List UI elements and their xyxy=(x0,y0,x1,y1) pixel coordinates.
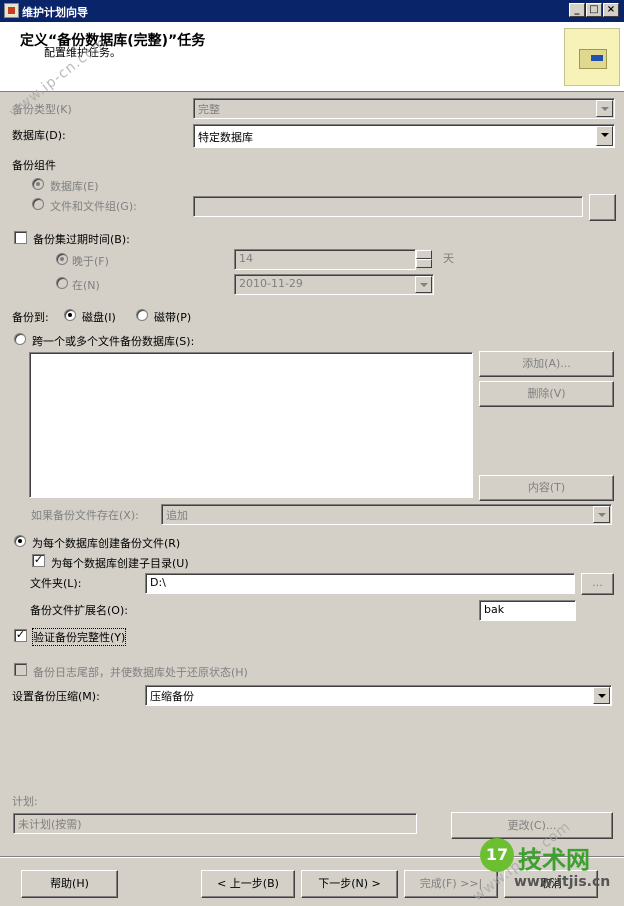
tape-label: 磁带(P) xyxy=(154,311,192,324)
chevron-down-icon[interactable] xyxy=(596,126,613,146)
chevron-down-icon[interactable] xyxy=(593,687,610,704)
after-days-radio[interactable] xyxy=(56,253,68,265)
backup-type-select: 完整 xyxy=(193,98,615,119)
brand-url: www.itjis.cn xyxy=(514,874,611,890)
brand-icon: 17 xyxy=(480,838,514,872)
span-files-label: 跨一个或多个文件备份数据库(S): xyxy=(32,335,195,348)
disk-label: 磁盘(I) xyxy=(82,311,116,324)
compression-value: 压缩备份 xyxy=(150,690,194,703)
backup-files-list[interactable] xyxy=(29,352,473,498)
files-component-radio[interactable] xyxy=(32,198,44,210)
folder-input[interactable]: D:\ xyxy=(145,573,575,594)
title-bar: 维护计划向导 _ □ × xyxy=(0,0,624,22)
files-browse-button[interactable] xyxy=(589,194,616,221)
database-component-label: 数据库(E) xyxy=(50,180,99,193)
add-file-button[interactable]: 添加(A)... xyxy=(479,351,614,377)
chevron-down-icon xyxy=(415,276,432,293)
compression-label: 设置备份压缩(M): xyxy=(12,690,100,703)
schedule-input: 未计划(按需) xyxy=(13,813,417,834)
folder-label: 文件夹(L): xyxy=(30,577,82,590)
files-component-label: 文件和文件组(G): xyxy=(50,200,137,213)
if-exists-label: 如果备份文件存在(X): xyxy=(31,509,139,522)
database-value: 特定数据库 xyxy=(198,131,253,144)
tail-log-checkbox[interactable] xyxy=(14,663,27,676)
subdir-label: 为每个数据库创建子目录(U) xyxy=(51,557,189,570)
back-button[interactable]: < 上一步(B) xyxy=(201,870,295,898)
wizard-task-icon xyxy=(564,28,620,86)
brand-logo: 17 技术网 www.itjis.cn xyxy=(476,838,624,906)
expiration-label: 备份集过期时间(B): xyxy=(33,233,130,246)
tape-radio[interactable] xyxy=(136,309,148,321)
on-date-radio[interactable] xyxy=(56,277,68,289)
folder-browse-button[interactable]: ... xyxy=(581,573,614,595)
next-button[interactable]: 下一步(N) > xyxy=(301,870,398,898)
database-select[interactable]: 特定数据库 xyxy=(193,124,615,148)
backup-to-label: 备份到: xyxy=(12,311,49,324)
database-label: 数据库(D): xyxy=(12,129,66,142)
per-db-file-radio[interactable] xyxy=(14,535,26,547)
minimize-button[interactable]: _ xyxy=(569,3,585,17)
backup-type-value: 完整 xyxy=(198,103,220,116)
if-exists-value: 追加 xyxy=(166,509,188,522)
chevron-down-icon xyxy=(596,100,613,117)
disk-radio[interactable] xyxy=(64,309,76,321)
tail-log-label: 备份日志尾部，并使数据库处于还原状态(H) xyxy=(33,666,248,679)
after-days-input[interactable]: 14 xyxy=(234,249,416,270)
files-input[interactable] xyxy=(193,196,583,217)
brand-name: 技术网 xyxy=(518,846,590,874)
help-button[interactable]: 帮助(H) xyxy=(21,870,118,898)
window-title: 维护计划向导 xyxy=(22,6,88,19)
change-schedule-button[interactable]: 更改(C)... xyxy=(451,812,613,839)
days-spinner[interactable] xyxy=(416,250,432,269)
days-unit-label: 天 xyxy=(443,252,454,265)
app-icon xyxy=(4,3,19,18)
extension-label: 备份文件扩展名(O): xyxy=(30,604,128,617)
per-db-file-label: 为每个数据库创建备份文件(R) xyxy=(32,537,181,550)
verify-label: 验证备份完整性(Y) xyxy=(31,628,127,646)
if-exists-select[interactable]: 追加 xyxy=(161,504,612,525)
remove-file-button[interactable]: 删除(V) xyxy=(479,381,614,407)
close-button[interactable]: × xyxy=(603,3,619,17)
subdir-checkbox[interactable]: ✓ xyxy=(32,554,45,567)
contents-button[interactable]: 内容(T) xyxy=(479,475,614,501)
span-files-radio[interactable] xyxy=(14,333,26,345)
on-date-label: 在(N) xyxy=(72,279,100,292)
schedule-label: 计划: xyxy=(12,795,38,808)
extension-input[interactable]: bak xyxy=(479,600,576,621)
on-date-value: 2010-11-29 xyxy=(239,277,303,290)
verify-checkbox[interactable]: ✓ xyxy=(14,629,27,642)
chevron-down-icon xyxy=(593,506,610,523)
database-component-radio[interactable] xyxy=(32,178,44,190)
after-days-label: 晚于(F) xyxy=(72,255,109,268)
on-date-picker[interactable]: 2010-11-29 xyxy=(234,274,434,295)
compression-select[interactable]: 压缩备份 xyxy=(145,685,612,706)
maximize-button[interactable]: □ xyxy=(586,3,602,17)
expiration-checkbox[interactable] xyxy=(14,231,27,244)
backup-component-label: 备份组件 xyxy=(12,159,56,172)
